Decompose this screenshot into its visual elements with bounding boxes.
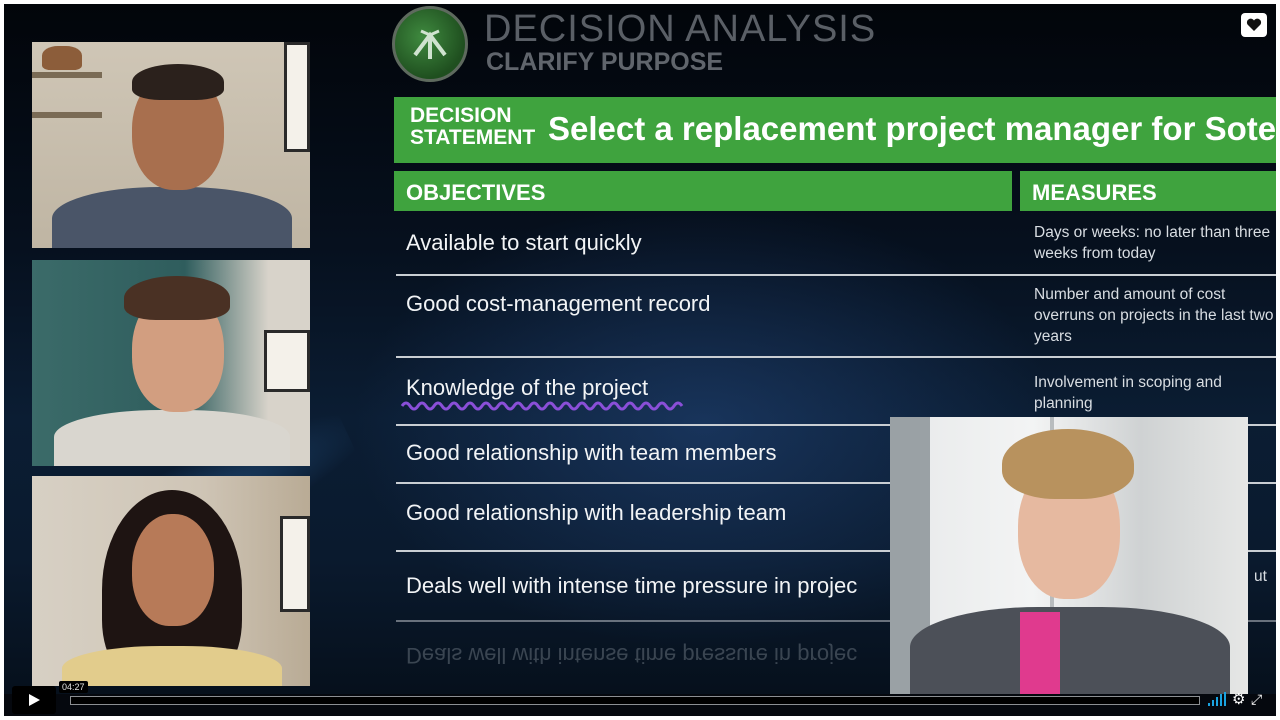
- participant-video-1: [32, 42, 310, 248]
- progress-bar[interactable]: [70, 696, 1200, 705]
- gear-icon[interactable]: ⚙: [1232, 690, 1245, 708]
- play-button[interactable]: [12, 686, 56, 714]
- objective-item: Available to start quickly: [406, 230, 642, 255]
- decision-statement-text: Select a replacement project manager for…: [548, 110, 1276, 147]
- player-controls: 04:27 ⚙ ⤢: [4, 681, 1276, 716]
- objective-item: Good relationship with leadership team: [406, 500, 787, 525]
- heart-icon: [1246, 18, 1262, 31]
- measure-item: Number and amount of cost overruns on pr…: [1034, 286, 1274, 345]
- slide-subtitle: CLARIFY PURPOSE: [486, 48, 724, 76]
- objective-item: Good relationship with team members: [406, 440, 777, 465]
- objectives-header: OBJECTIVES: [394, 171, 1012, 211]
- measures-header: MEASURES: [1020, 171, 1276, 211]
- video-player[interactable]: DECISION ANALYSIS CLARIFY PURPOSE DECISI…: [4, 4, 1276, 716]
- time-badge: 04:27: [59, 681, 88, 693]
- wavy-underline: [400, 401, 684, 411]
- objective-item: Deals well with intense time pressure in…: [406, 573, 858, 598]
- measure-item: Days or weeks: no later than three weeks…: [1034, 224, 1271, 262]
- row-divider: [396, 274, 1276, 276]
- slide-title: DECISION ANALYSIS: [484, 8, 877, 50]
- fullscreen-icon[interactable]: ⤢: [1251, 691, 1262, 708]
- participant-video-3: [32, 476, 310, 686]
- decision-statement-label: DECISION STATEMENT: [410, 104, 536, 149]
- decision-logo-icon: [392, 6, 468, 82]
- row-divider: [396, 356, 1276, 358]
- participant-video-2: [32, 260, 310, 466]
- decision-statement-banner: DECISION STATEMENT Select a replacement …: [394, 97, 1276, 163]
- play-icon: [29, 694, 40, 706]
- objective-item: Good cost-management record: [406, 291, 711, 316]
- like-button[interactable]: [1241, 13, 1267, 37]
- measure-item: Involvement in scoping and planning: [1034, 374, 1222, 412]
- presenter-video: [890, 417, 1248, 694]
- volume-icon[interactable]: [1208, 692, 1226, 706]
- slide-reflection: Deals well with intense time pressure in…: [406, 643, 858, 668]
- measure-item: ut: [1254, 568, 1267, 585]
